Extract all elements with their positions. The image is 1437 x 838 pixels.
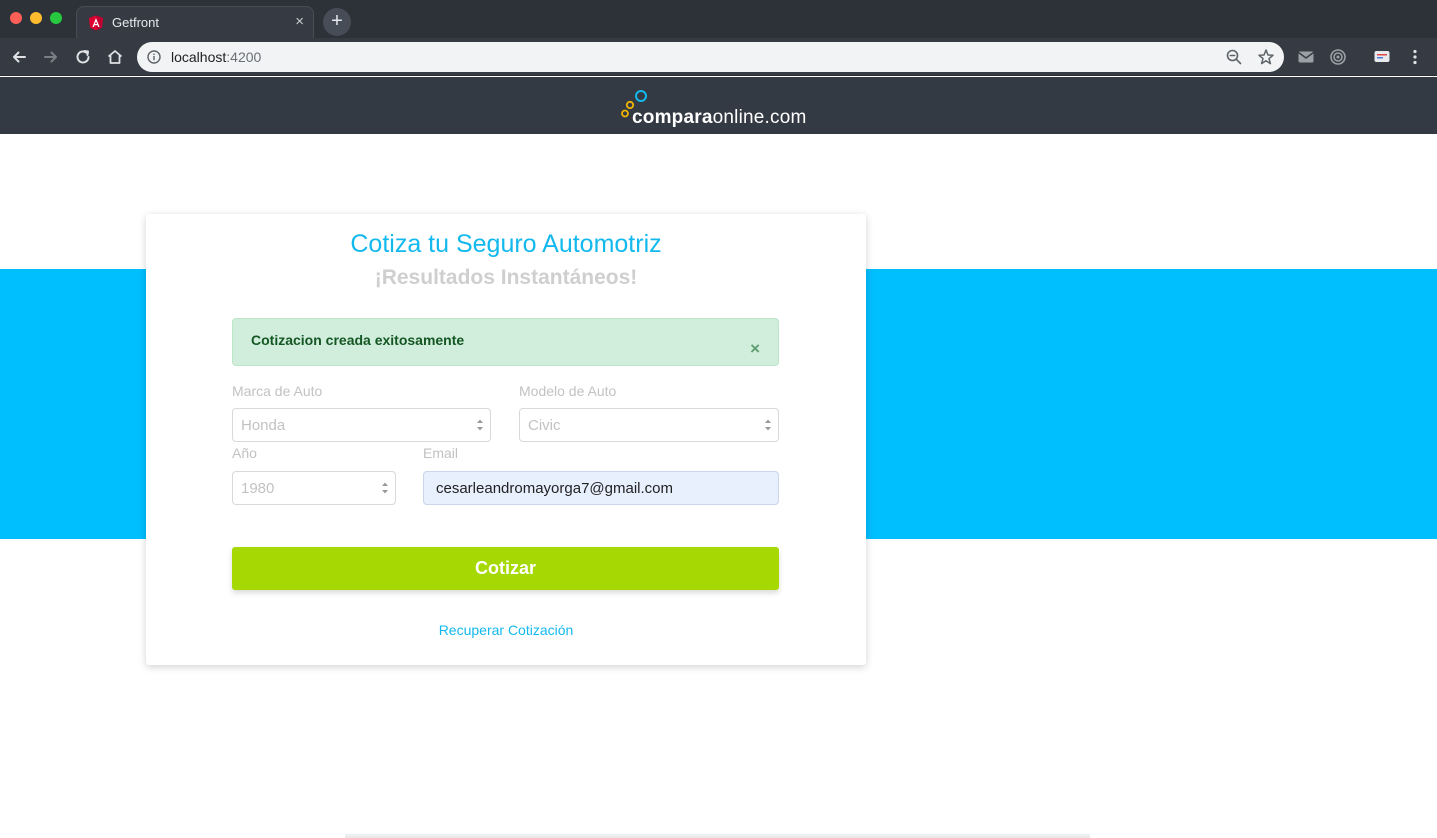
new-tab-button[interactable]: + xyxy=(323,8,351,36)
reload-icon[interactable] xyxy=(72,46,94,68)
back-icon[interactable] xyxy=(8,46,30,68)
model-label: Modelo de Auto xyxy=(519,383,617,399)
alert-close-icon[interactable]: × xyxy=(750,340,760,357)
brand-select-value: Honda xyxy=(241,417,286,434)
recover-quote-link-text[interactable]: Recuperar Cotización xyxy=(439,622,574,638)
select-arrows-icon xyxy=(477,419,483,431)
browser-tab-bar: Getfront × + xyxy=(0,0,1437,38)
forward-icon[interactable] xyxy=(40,46,62,68)
recover-quote-link: Recuperar Cotización xyxy=(146,622,866,638)
select-arrows-icon xyxy=(765,419,771,431)
form-subtitle: ¡Resultados Instantáneos! xyxy=(374,266,638,289)
mail-extension-icon[interactable] xyxy=(1297,48,1315,66)
browser-tab-active[interactable]: Getfront × xyxy=(76,6,314,38)
tab-title: Getfront xyxy=(112,15,159,30)
home-icon[interactable] xyxy=(104,46,126,68)
email-label: Email xyxy=(423,445,459,461)
site-header: comparaonline.com xyxy=(0,77,1437,134)
zoom-icon[interactable] xyxy=(1225,48,1243,66)
select-arrows-icon xyxy=(382,482,388,494)
success-alert: Cotizacion creada exitosamente × xyxy=(232,318,779,366)
browser-toolbar: localhost:4200 xyxy=(0,38,1437,76)
info-icon[interactable] xyxy=(147,50,161,64)
page-bottom-edge xyxy=(345,834,1090,838)
url-text[interactable]: localhost:4200 xyxy=(171,49,261,65)
bookmark-star-icon[interactable] xyxy=(1257,48,1275,66)
form-title: Cotiza tu Seguro Automotriz xyxy=(350,230,662,258)
logo-text: comparaonline.com xyxy=(632,107,807,128)
tab-close-icon[interactable]: × xyxy=(295,13,304,31)
brand-label: Marca de Auto xyxy=(232,383,323,399)
alert-message: Cotizacion creada exitosamente xyxy=(251,332,465,348)
target-extension-icon[interactable] xyxy=(1329,48,1347,66)
year-select[interactable]: 1980 xyxy=(232,471,396,505)
email-input-value: cesarleandromayorga7@gmail.com xyxy=(436,480,673,497)
year-label: Año xyxy=(232,445,257,461)
quote-form-card: Cotiza tu Seguro Automotriz ¡Resultados … xyxy=(146,214,866,665)
address-bar[interactable]: localhost:4200 xyxy=(137,42,1284,72)
email-input[interactable]: cesarleandromayorga7@gmail.com xyxy=(423,471,779,505)
window-minimize-control[interactable] xyxy=(30,12,42,24)
angular-icon xyxy=(89,15,103,31)
model-select[interactable]: Civic xyxy=(519,408,779,442)
cast-extension-icon[interactable] xyxy=(1373,48,1391,66)
window-zoom-control[interactable] xyxy=(50,12,62,24)
menu-dots-icon[interactable] xyxy=(1406,48,1424,66)
cotizar-button[interactable]: Cotizar xyxy=(232,547,779,590)
year-select-value: 1980 xyxy=(241,480,275,497)
model-select-value: Civic xyxy=(528,417,561,434)
brand-select[interactable]: Honda xyxy=(232,408,491,442)
window-close-control[interactable] xyxy=(10,12,22,24)
